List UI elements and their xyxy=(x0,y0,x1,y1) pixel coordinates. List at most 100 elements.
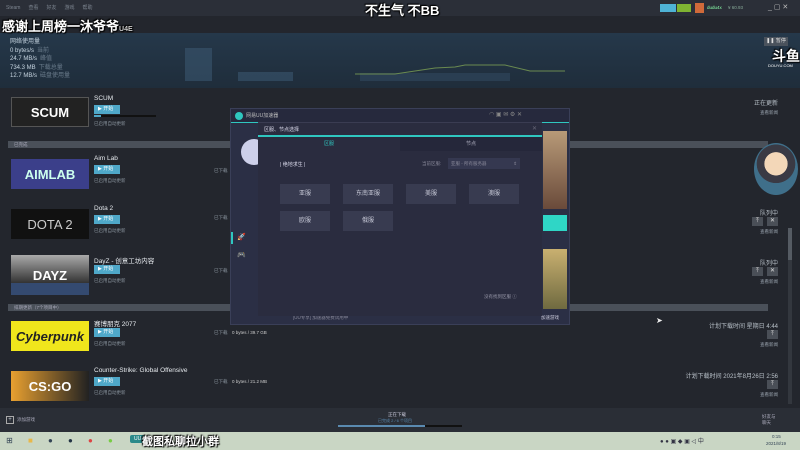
tab-region[interactable]: 区服 xyxy=(258,137,400,151)
status-scum: 正在更新 查看新闻 xyxy=(753,101,778,116)
remove-button[interactable]: ✕ xyxy=(767,217,778,226)
account-name[interactable]: dudu4x xyxy=(707,5,722,10)
game-banner[interactable] xyxy=(543,131,567,209)
auto-update-label: 已启用自动更新 xyxy=(94,121,126,126)
play-button[interactable]: ▶ 开始 xyxy=(94,265,120,274)
game-row-csgo: CS:GO Counter-Strike: Global Offensive ▶… xyxy=(8,367,768,411)
uu-logo-icon xyxy=(235,112,243,120)
downloaded-label: 已下载 xyxy=(214,268,228,273)
footer-right-link[interactable]: 加速游戏 xyxy=(541,315,559,321)
play-button[interactable]: ▶ 开始 xyxy=(94,377,120,386)
play-button[interactable]: ▶ 开始 xyxy=(94,165,120,174)
game-name[interactable]: Dota 2 xyxy=(94,205,113,212)
region-asia[interactable]: 亚服 xyxy=(280,184,330,204)
region-southeast-asia[interactable]: 东南亚服 xyxy=(343,184,393,204)
network-title: 网络使用量 xyxy=(10,39,41,45)
app-icon[interactable]: ● xyxy=(48,436,53,445)
rocket-icon[interactable]: 🚀 xyxy=(237,233,246,241)
game-thumbnail[interactable]: CS:GO xyxy=(11,371,89,401)
view-news-link[interactable]: 查看新闻 xyxy=(748,229,778,235)
play-button[interactable]: ▶ 开始 xyxy=(94,328,120,337)
scrollbar[interactable] xyxy=(788,228,792,404)
auto-update-label: 已启用自动更新 xyxy=(94,341,126,346)
region-australia[interactable]: 澳服 xyxy=(469,184,519,204)
nav-active-indicator xyxy=(231,232,233,244)
notification-button[interactable] xyxy=(660,4,676,12)
region-us[interactable]: 美服 xyxy=(406,184,456,204)
view-news-link[interactable]: 查看新闻 xyxy=(709,342,778,348)
region-help-link[interactable]: 没有找到区服 ⓘ xyxy=(484,294,517,300)
game-thumbnail[interactable]: DAYZ xyxy=(11,255,89,295)
menu-view[interactable]: 查看 xyxy=(28,5,38,11)
view-news-link[interactable]: 查看新闻 xyxy=(748,279,778,285)
move-up-button[interactable]: ⤒ xyxy=(767,330,778,339)
remove-button[interactable]: ✕ xyxy=(767,267,778,276)
douyu-logo-sub: DOUYU.COM xyxy=(768,63,793,68)
region-select[interactable]: 亚服 - 所有服务器 ⇕ xyxy=(448,158,520,169)
mouse-cursor: ➤ xyxy=(656,316,663,325)
game-name[interactable]: Aim Lab xyxy=(94,155,118,162)
play-button[interactable]: ▶ 开始 xyxy=(94,215,120,224)
accelerator-window-controls[interactable]: ◠ ▣ ✉ ⚙ ✕ xyxy=(489,111,522,118)
game-thumbnail[interactable]: Cyberpunk xyxy=(11,321,89,351)
wallet-balance: ¥ 60.93 xyxy=(728,5,744,10)
overall-progress xyxy=(338,425,462,427)
stat-total: 734.3 MB 下载总量 xyxy=(10,64,63,71)
game-thumbnail[interactable]: SCUM xyxy=(11,97,89,127)
start-icon[interactable]: ⊞ xyxy=(6,436,13,445)
download-substatus: 已完成 2 / 6 个项目 xyxy=(378,418,413,423)
game-thumbnail[interactable]: DOTA 2 xyxy=(11,209,89,239)
game-name[interactable]: 赛博朋克 2077 xyxy=(94,318,136,328)
accelerator-title: 网易UU加速器 xyxy=(246,113,279,119)
steam-icon[interactable]: ● xyxy=(68,436,73,445)
game-banner-2[interactable] xyxy=(543,249,567,309)
downloaded-label: 已下载 xyxy=(214,215,228,220)
close-icon[interactable]: ✕ xyxy=(532,125,537,132)
pause-button[interactable]: ❚❚ 暂停 xyxy=(764,37,788,46)
menu-help[interactable]: 帮助 xyxy=(83,5,93,11)
dialog-title: 区服、节点选择 xyxy=(264,127,300,133)
downloaded-label: 已下载 xyxy=(214,330,228,335)
game-name[interactable]: Counter-Strike: Global Offensive xyxy=(94,367,187,374)
gamepad-icon[interactable]: 🎮 xyxy=(237,251,246,259)
move-up-button[interactable]: ⤒ xyxy=(767,380,778,389)
stat-disk: 12.7 MB/s 磁盘使用量 xyxy=(10,73,71,79)
folder-icon[interactable]: ■ xyxy=(28,436,33,445)
menu-steam[interactable]: Steam xyxy=(6,5,20,11)
overlay-chat-group: 截图私聊拉小群 xyxy=(142,436,219,448)
status-dayz: 队列中 ⤒ ✕ 查看新闻 xyxy=(748,258,778,285)
downloaded-label: 已下载 xyxy=(214,379,228,384)
add-game-icon[interactable]: + xyxy=(6,416,14,424)
app-icon-green[interactable]: ● xyxy=(108,436,113,445)
window-controls[interactable]: _ ▢ ✕ xyxy=(768,3,788,11)
download-size: 0 bytes / 21.2 MB xyxy=(232,379,268,384)
auto-update-label: 已启用自动更新 xyxy=(94,178,126,183)
move-up-button[interactable]: ⤒ xyxy=(752,267,763,276)
move-up-button[interactable]: ⤒ xyxy=(752,217,763,226)
avatar[interactable] xyxy=(695,3,704,13)
region-europe[interactable]: 欧服 xyxy=(280,211,330,231)
system-tray[interactable]: ● ● ▣ ◆ ▣ ◁ 中 xyxy=(660,436,704,445)
tab-node[interactable]: 节点 xyxy=(400,137,542,151)
game-name[interactable]: SCUM xyxy=(94,95,113,102)
menu-games[interactable]: 游戏 xyxy=(64,5,74,11)
friends-chat-button[interactable]: 好友与聊天 xyxy=(762,414,778,426)
stream-overlay-title: 不生气 不BB xyxy=(365,3,440,18)
view-news-link[interactable]: 查看新闻 xyxy=(754,110,778,116)
add-game-button[interactable]: 添加游戏 xyxy=(17,417,35,423)
view-news-link[interactable]: 查看新闻 xyxy=(686,392,778,398)
game-label: | 绝地求生 | xyxy=(280,162,306,168)
chrome-icon[interactable]: ● xyxy=(88,436,93,445)
status-aimlab: 队列中 ⤒ ✕ 查看新闻 xyxy=(748,208,778,235)
region-russia[interactable]: 俄服 xyxy=(343,211,393,231)
download-progress xyxy=(94,115,156,117)
game-name[interactable]: DayZ - 创意工坊内容 xyxy=(94,255,154,265)
friends-button[interactable] xyxy=(677,4,691,12)
streamer-avatar-sticker xyxy=(754,143,798,195)
game-thumbnail[interactable]: AIMLAB xyxy=(11,159,89,189)
menu-bar: Steam 查看 好友 游戏 帮助 xyxy=(6,4,101,11)
menu-friends[interactable]: 好友 xyxy=(46,5,56,11)
clock-date: 2021/8/19 xyxy=(766,441,787,446)
accelerate-button[interactable] xyxy=(543,215,567,231)
play-button[interactable]: ▶ 开始 xyxy=(94,105,120,114)
